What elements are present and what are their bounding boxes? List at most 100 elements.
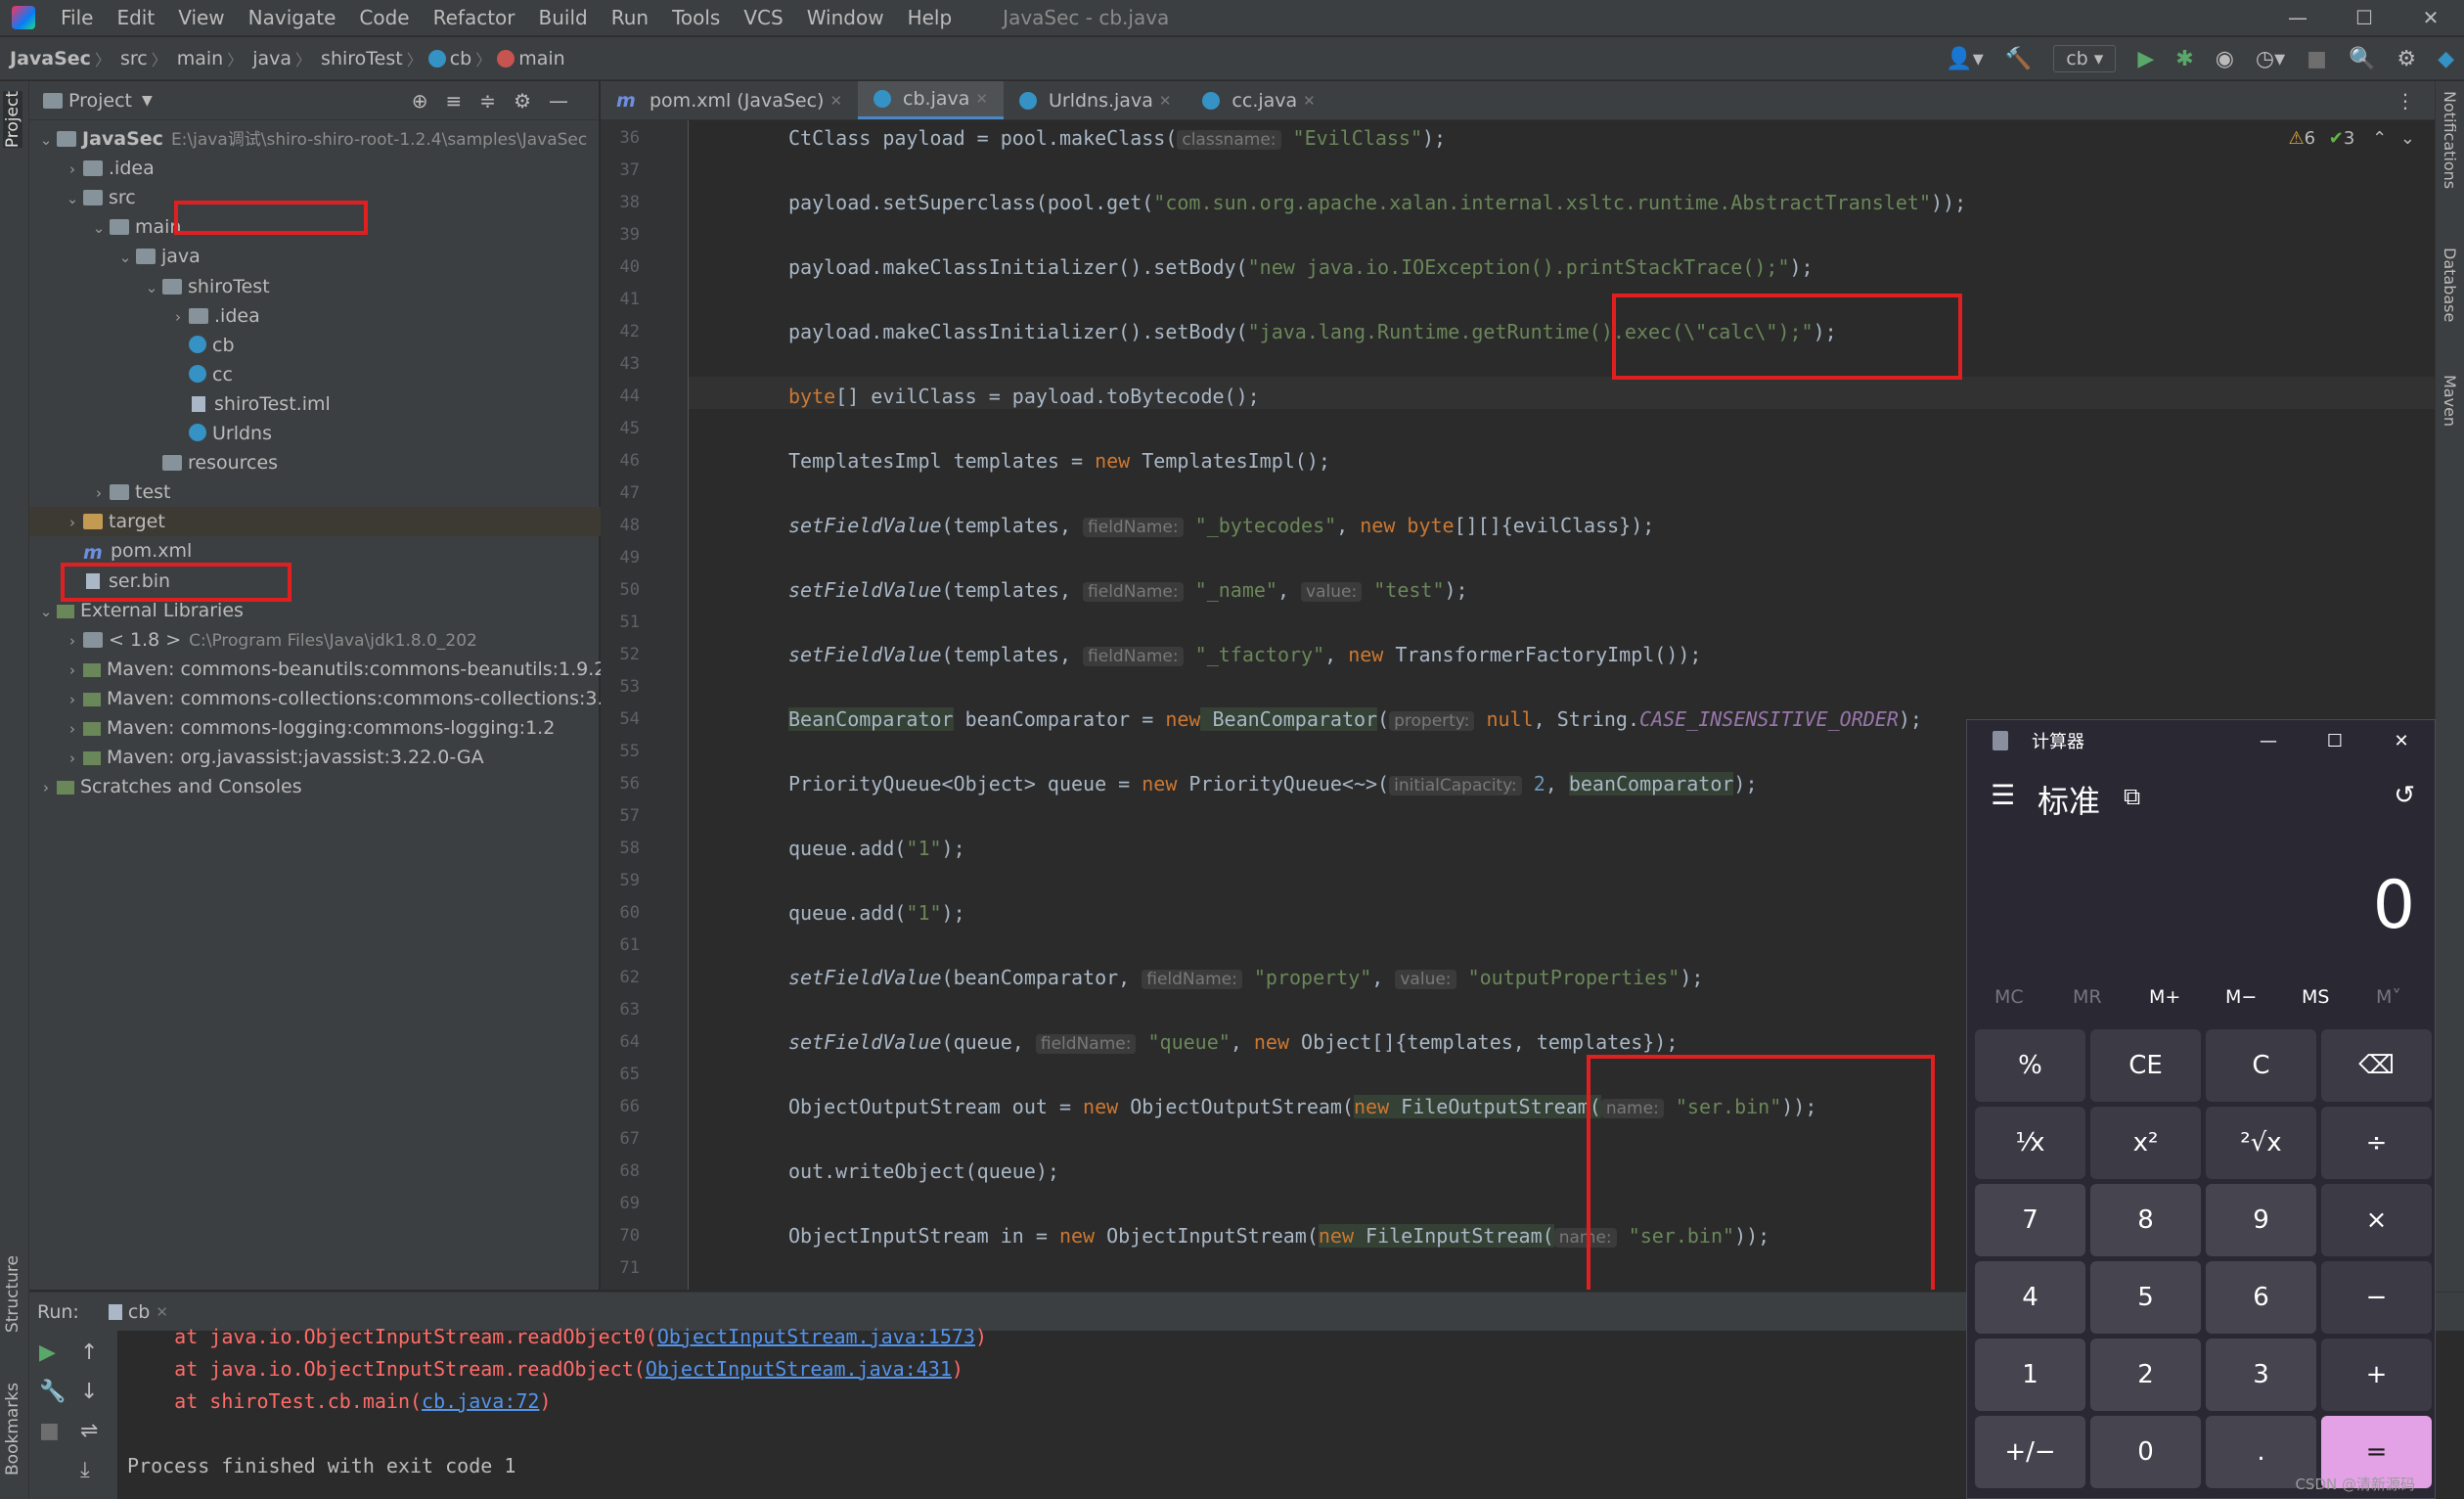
breadcrumb-main[interactable]: main xyxy=(167,48,227,69)
subtract-button[interactable]: − xyxy=(2321,1261,2432,1334)
chevron-right-icon[interactable]: › xyxy=(62,685,83,714)
clear-button[interactable]: C xyxy=(2206,1029,2316,1102)
breadcrumb-java[interactable]: java xyxy=(243,48,295,69)
breadcrumb-package[interactable]: shiroTest xyxy=(311,48,407,69)
stop-icon[interactable]: ■ xyxy=(2307,47,2327,71)
memory-recall-button[interactable]: MR xyxy=(2073,986,2102,1008)
search-icon[interactable]: 🔍 xyxy=(2349,47,2375,71)
menu-file[interactable]: File xyxy=(49,6,105,29)
locate-icon[interactable]: ⊕ xyxy=(412,89,446,113)
tree-item[interactable]: m pom.xml xyxy=(29,536,632,566)
close-icon[interactable]: ✕ xyxy=(2397,0,2464,36)
chevron-right-icon[interactable]: › xyxy=(62,626,83,656)
memory-clear-button[interactable]: MC xyxy=(1994,986,2024,1008)
square-root-button[interactable]: ²√x xyxy=(2206,1107,2316,1179)
history-icon[interactable]: ↺ xyxy=(2394,781,2415,810)
chevron-right-icon[interactable]: › xyxy=(62,656,83,685)
project-panel-title[interactable]: Project xyxy=(68,90,132,112)
memory-subtract-button[interactable]: M− xyxy=(2225,986,2257,1008)
profile-icon[interactable]: ◷▾ xyxy=(2256,47,2285,71)
backspace-button[interactable]: ⌫ xyxy=(2321,1029,2432,1102)
hamburger-menu-icon[interactable]: ☰ xyxy=(1991,779,2015,811)
arrow-down-icon[interactable]: ↓ xyxy=(80,1380,98,1404)
stacktrace-link[interactable]: ObjectInputStream.java:1573 xyxy=(657,1325,975,1348)
digit-2-button[interactable]: 2 xyxy=(2090,1339,2201,1411)
close-tab-icon[interactable]: ✕ xyxy=(829,81,842,120)
close-tab-icon[interactable]: ✕ xyxy=(1303,81,1316,120)
run-configuration-select[interactable]: cb ▾ xyxy=(2053,45,2117,72)
add-button[interactable]: + xyxy=(2321,1339,2432,1411)
build-hammer-icon[interactable]: 🔨 xyxy=(2005,47,2032,71)
tab-urldns-java[interactable]: Urldns.java ✕ xyxy=(1004,81,1187,119)
clear-entry-button[interactable]: CE xyxy=(2090,1029,2201,1102)
digit-5-button[interactable]: 5 xyxy=(2090,1261,2201,1334)
database-tool-tab[interactable]: Database xyxy=(2441,248,2459,322)
breadcrumb-src[interactable]: src xyxy=(111,48,152,69)
inspection-widget[interactable]: ⚠6 ✔3 ⌃ ⌄ xyxy=(2288,128,2415,149)
digit-7-button[interactable]: 7 xyxy=(1975,1184,2085,1256)
arrow-up-icon[interactable]: ↑ xyxy=(80,1340,98,1365)
close-tab-icon[interactable]: ✕ xyxy=(1159,81,1172,120)
expand-all-icon[interactable]: ≡ xyxy=(446,89,480,113)
menu-tools[interactable]: Tools xyxy=(660,6,732,29)
breadcrumb-method[interactable]: main xyxy=(516,48,568,69)
chevron-right-icon[interactable]: › xyxy=(62,508,83,537)
menu-code[interactable]: Code xyxy=(347,6,421,29)
bookmarks-tool-tab[interactable]: Bookmarks xyxy=(3,1383,22,1476)
structure-tool-tab[interactable]: Structure xyxy=(3,1255,22,1333)
tab-cb-java[interactable]: cb.java ✕ xyxy=(858,81,1004,119)
scroll-to-end-icon[interactable]: ⤓ xyxy=(80,1458,90,1482)
stacktrace-link[interactable]: ObjectInputStream.java:431 xyxy=(646,1357,952,1381)
menu-vcs[interactable]: VCS xyxy=(732,6,794,29)
hide-icon[interactable]: — xyxy=(549,89,586,113)
keep-on-top-icon[interactable]: ⧉ xyxy=(2124,783,2140,810)
menu-edit[interactable]: Edit xyxy=(105,6,166,29)
project-tool-tab[interactable]: Project xyxy=(3,91,22,149)
tree-item[interactable]: › Maven: commons-collections:commons-coll… xyxy=(29,684,632,713)
chevron-up-icon[interactable]: ⌃ xyxy=(2372,128,2387,149)
maximize-icon[interactable]: ☐ xyxy=(2302,731,2368,751)
digit-0-button[interactable]: 0 xyxy=(2090,1416,2201,1488)
close-tab-icon[interactable]: ✕ xyxy=(975,79,988,118)
tree-item[interactable]: › test xyxy=(29,477,658,507)
tree-item[interactable]: › .idea xyxy=(29,154,632,183)
digit-6-button[interactable]: 6 xyxy=(2206,1261,2316,1334)
close-tab-icon[interactable]: ✕ xyxy=(156,1303,168,1321)
chevron-right-icon[interactable]: › xyxy=(167,302,189,332)
tab-cc-java[interactable]: cc.java ✕ xyxy=(1187,81,1330,119)
digit-8-button[interactable]: 8 xyxy=(2090,1184,2201,1256)
breadcrumb-class[interactable]: cb xyxy=(448,48,476,69)
percent-button[interactable]: % xyxy=(1975,1029,2085,1102)
memory-list-button[interactable]: M˅ xyxy=(2376,986,2401,1008)
chevron-down-icon[interactable]: ⌄ xyxy=(62,184,83,213)
chevron-down-icon[interactable]: ⌄ xyxy=(2400,128,2415,149)
settings-gear-icon[interactable]: ⚙ xyxy=(2397,47,2416,71)
soft-wrap-icon[interactable]: ⇌ xyxy=(80,1419,98,1443)
coverage-icon[interactable]: ◉ xyxy=(2216,47,2234,71)
tree-item[interactable]: › target xyxy=(29,507,632,537)
chevron-right-icon[interactable]: › xyxy=(62,714,83,744)
minimize-icon[interactable]: — xyxy=(2264,0,2331,36)
chevron-down-icon[interactable]: ⌄ xyxy=(88,213,110,243)
tree-item[interactable]: › Scratches and Consoles xyxy=(29,772,605,801)
gear-icon[interactable]: ⚙ xyxy=(514,89,549,113)
chevron-down-icon[interactable]: ⌄ xyxy=(114,243,136,272)
tab-pom-xml[interactable]: m pom.xml (JavaSec) ✕ xyxy=(601,81,858,119)
stacktrace-link[interactable]: cb.java:72 xyxy=(422,1389,539,1413)
chevron-down-icon[interactable]: ⌄ xyxy=(141,273,162,302)
debug-icon[interactable]: ✱ xyxy=(2175,47,2193,71)
chevron-right-icon[interactable]: › xyxy=(35,773,57,802)
menu-window[interactable]: Window xyxy=(795,6,896,29)
tree-item[interactable]: › Maven: commons-beanutils:commons-beanut… xyxy=(29,655,632,684)
memory-add-button[interactable]: M+ xyxy=(2149,986,2180,1008)
wrench-icon[interactable]: 🔧 xyxy=(39,1380,66,1404)
tree-item[interactable]: ⌄ JavaSec E:\java调试\shiro-shiro-root-1.2.4… xyxy=(29,124,605,154)
menu-build[interactable]: Build xyxy=(527,6,600,29)
user-icon[interactable]: 👤▾ xyxy=(1946,47,1983,71)
minimize-icon[interactable]: — xyxy=(2235,731,2302,751)
menu-view[interactable]: View xyxy=(166,6,236,29)
jetbrains-toolbox-icon[interactable]: ◆ xyxy=(2438,47,2454,71)
divide-button[interactable]: ÷ xyxy=(2321,1107,2432,1179)
chevron-right-icon[interactable]: › xyxy=(62,744,83,773)
chevron-down-icon[interactable]: ⌄ xyxy=(35,597,57,626)
